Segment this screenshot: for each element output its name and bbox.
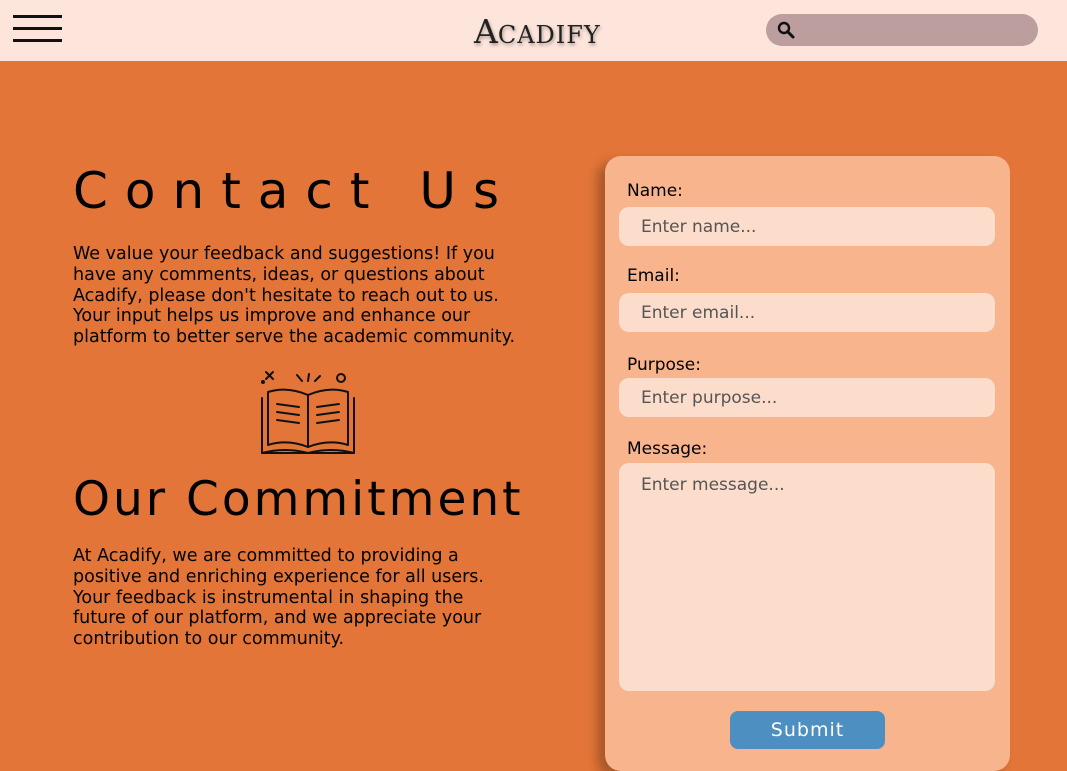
search-icon[interactable] <box>776 20 796 40</box>
purpose-field[interactable] <box>619 378 995 417</box>
email-label: Email: <box>627 266 680 286</box>
brand-logo[interactable]: ACADIFY <box>474 12 600 52</box>
contact-form: Name: Email: Purpose: Message: Submit <box>605 156 1010 771</box>
submit-button[interactable]: Submit <box>730 711 885 749</box>
search-bar[interactable] <box>766 14 1038 46</box>
our-commitment-heading: Our Commitment <box>73 472 524 527</box>
commitment-description: At Acadify, we are committed to providin… <box>73 546 484 650</box>
hamburger-menu-icon[interactable] <box>13 15 62 43</box>
contact-us-heading: Contact Us <box>73 162 517 220</box>
brand-initial: A <box>474 12 498 51</box>
message-field[interactable] <box>619 463 995 691</box>
message-label: Message: <box>627 439 708 459</box>
menu-line <box>13 27 62 30</box>
brand-rest: CADIFY <box>497 21 601 49</box>
top-nav-bar: ACADIFY <box>0 0 1067 61</box>
purpose-label: Purpose: <box>627 355 701 375</box>
name-field[interactable] <box>619 207 995 246</box>
contact-description: We value your feedback and suggestions! … <box>73 244 516 348</box>
search-input[interactable] <box>802 18 1032 44</box>
menu-line <box>13 15 62 18</box>
email-field[interactable] <box>619 293 995 332</box>
menu-line <box>13 39 62 42</box>
name-label: Name: <box>627 181 683 201</box>
open-book-icon <box>261 371 355 454</box>
